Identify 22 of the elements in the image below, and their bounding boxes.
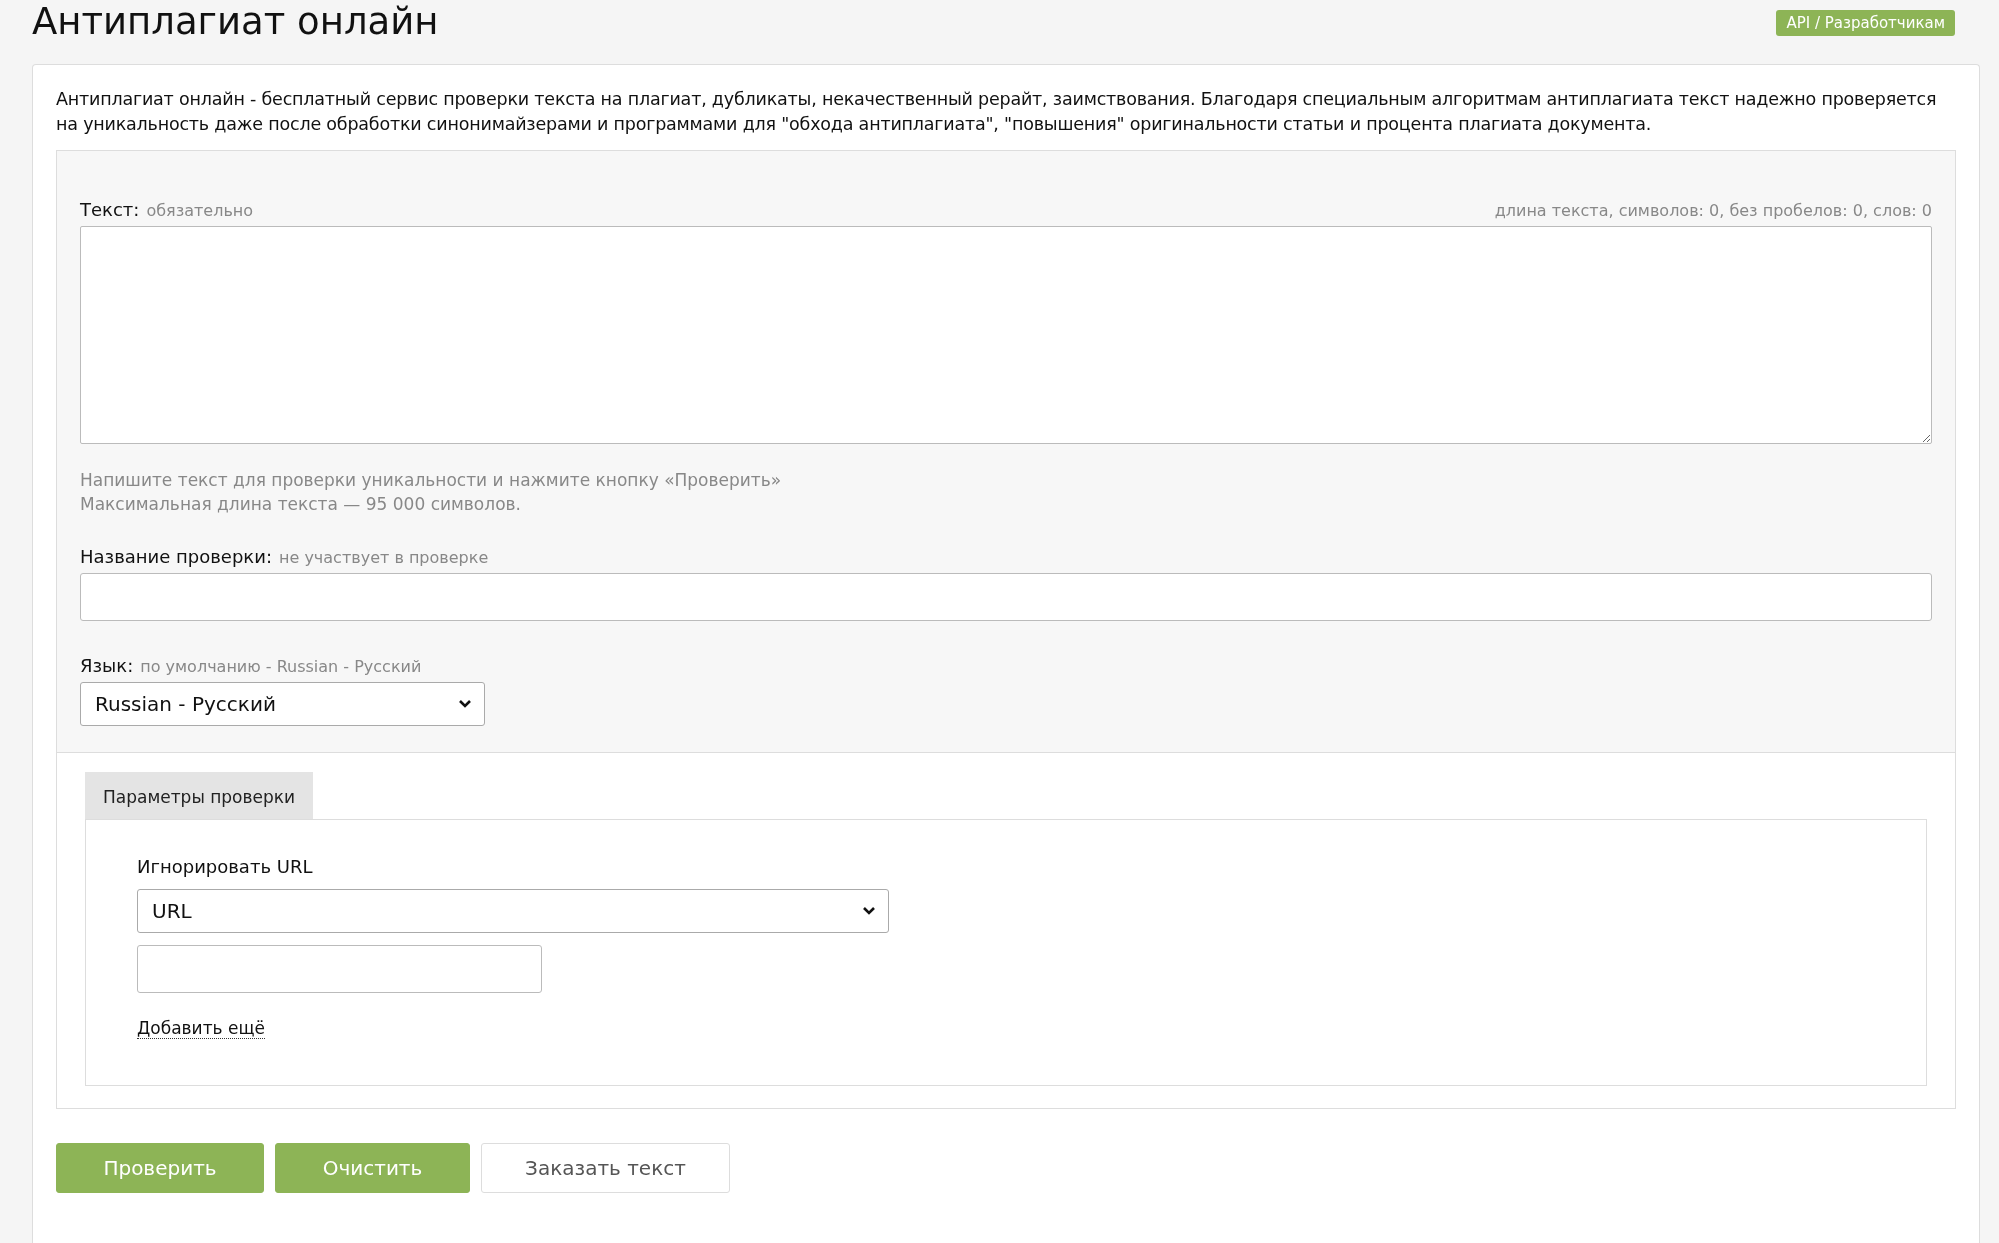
chevron-icon <box>458 699 472 709</box>
url-select[interactable]: URL <box>137 889 889 933</box>
field-note: обязательно <box>146 201 254 220</box>
add-more-link[interactable]: Добавить ещё <box>137 1018 265 1039</box>
page-title: Антиплагиат онлайн <box>32 0 439 44</box>
text-input-field[interactable] <box>80 226 1932 444</box>
field-note: не участвует в проверке <box>279 548 489 567</box>
language-select[interactable]: Russian - Русский <box>80 682 485 726</box>
chevron-icon <box>862 906 876 916</box>
hint-text: Максимальная длина текста — 95 000 символов. <box>80 493 522 516</box>
name-input-field[interactable] <box>80 573 1932 621</box>
field-label: Язык: <box>80 655 134 676</box>
intro-paragraph: Антиплагиат онлайн - бесплатный сервис проверки текста на плагиат, дубликаты, некачественный рерайт, заимствования. Благодаря специальным алгоритмам антиплагиата текст надежно проверяется на уникальность даже после обработки синонимайзерами и программами для "обхода антиплагиата", "повышения" оригинальности статьи и процента плагиата документа. <box>56 88 1938 136</box>
field-note: по умолчанию - Russian - Русский <box>140 657 422 676</box>
field-label: Игнорировать URL <box>137 856 314 877</box>
field-label: Название проверки: <box>80 546 272 567</box>
params-tab[interactable]: Параметры проверки <box>85 772 314 819</box>
field-label: Текст: <box>80 199 140 220</box>
hint-text: Напишите текст для проверки уникальности и нажмите кнопку «Проверить» <box>80 469 783 492</box>
action-button[interactable]: Заказать текст <box>481 1143 730 1193</box>
url-input-field[interactable] <box>137 945 542 993</box>
text-counter: длина текста, символов: 0, без пробелов: 0, слов: 0 <box>1494 201 1932 220</box>
